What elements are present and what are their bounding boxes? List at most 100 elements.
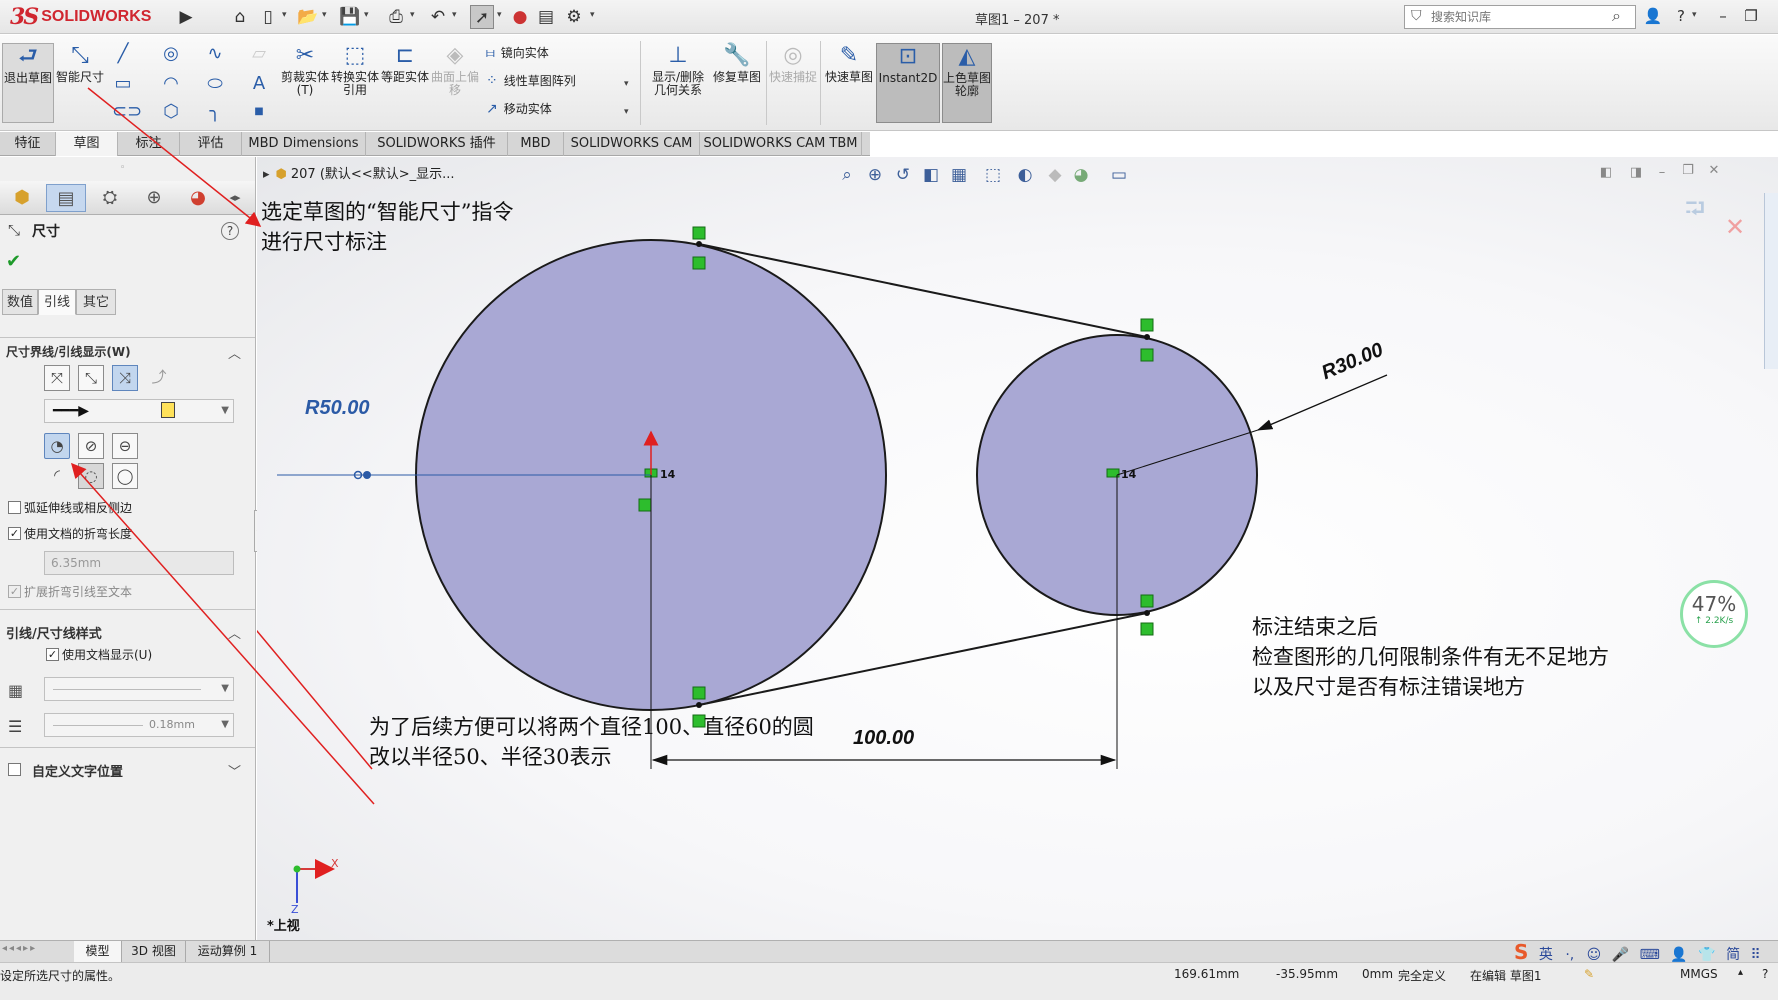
collapse-chevron-icon[interactable]: ︿ [228, 623, 241, 642]
new-caret-icon[interactable]: ▾ [282, 10, 287, 20]
print-caret-icon[interactable]: ▾ [410, 10, 415, 20]
display-style-icon[interactable]: ◐ [1013, 163, 1037, 187]
tab-solidworks-cam[interactable]: SOLIDWORKS CAM [564, 132, 700, 156]
tab-3d-views[interactable]: 3D 视图 [122, 941, 186, 962]
leader-foreshortened-icon[interactable]: ◯ [112, 463, 138, 489]
show-relations-button[interactable]: ⊥ 显示/删除几何关系 [646, 43, 710, 123]
sketch-canvas[interactable] [257, 157, 1778, 940]
configuration-manager-tab-icon[interactable]: ⛭ [90, 184, 130, 212]
zoom-to-area-icon[interactable]: ⊕ [863, 163, 887, 187]
help-caret-icon[interactable]: ▾ [1692, 10, 1697, 20]
user-icon[interactable]: 👤 [1642, 5, 1664, 27]
circle-tool-icon[interactable]: ◎ [160, 43, 182, 65]
custom-text-position-checkbox[interactable] [8, 763, 21, 776]
repair-sketch-button[interactable]: 🔧 修复草图 [712, 43, 762, 123]
viewport-restore-icon[interactable]: ❐ [1676, 159, 1700, 183]
confirmation-corner-exit-icon[interactable]: ⮒ [1675, 196, 1715, 222]
dimension-arrow-dot[interactable] [363, 471, 371, 479]
confirmation-corner-cancel-icon[interactable]: ✕ [1723, 215, 1747, 239]
radius-display-icon[interactable]: ◔ [44, 433, 70, 459]
extend-bent-leader-checkbox[interactable]: ✓ [8, 585, 21, 598]
doc-bend-length-checkbox[interactable]: ✓ [8, 527, 21, 540]
smart-dimension-button[interactable]: ⤡ 智能尺寸 [56, 43, 104, 123]
spline-tool-icon[interactable]: ∿ [204, 43, 226, 65]
input-method-toolbar[interactable]: S 英 ·, ☺ 🎤 ⌨ 👤 👕 简 ⠿ [1514, 940, 1778, 964]
rebuild-traffic-light-icon[interactable]: ● [508, 5, 532, 29]
hide-show-items-icon[interactable]: ◆ [1043, 163, 1067, 187]
line-tool-icon[interactable]: ╱ [112, 43, 134, 65]
polygon-tool-icon[interactable]: ⬡ [160, 101, 182, 123]
tabs-scroll-icon[interactable]: ◂▸ [220, 184, 250, 212]
tab-markup[interactable]: 标注 [118, 132, 180, 156]
help-icon[interactable]: ? [1670, 5, 1692, 27]
subtab-other[interactable]: 其它 [76, 289, 116, 315]
dimxpert-manager-tab-icon[interactable]: ⊕ [134, 184, 174, 212]
previous-view-icon[interactable]: ↺ [891, 163, 915, 187]
tangent-relation-marker[interactable] [1140, 318, 1154, 332]
tangent-point[interactable] [696, 241, 702, 247]
open-caret-icon[interactable]: ▾ [322, 10, 327, 20]
display-manager-tab-icon[interactable]: ◕ [178, 184, 218, 212]
custom-text-position-header[interactable]: 自定义文字位置 [32, 761, 123, 780]
file-properties-icon[interactable]: ▤ [534, 5, 558, 29]
origin-relation-marker[interactable] [638, 498, 652, 512]
ime-punctuation-toggle[interactable]: ·, [1565, 947, 1574, 963]
subtab-leaders[interactable]: 引线 [38, 289, 76, 315]
feature-manager-tab-icon[interactable]: ⬢ [2, 184, 42, 212]
rapid-snap-button[interactable]: ◎ 快速捕捉 [768, 43, 818, 123]
coincident-relation-marker[interactable] [1140, 348, 1154, 362]
r30-leader-line[interactable] [1256, 374, 1388, 431]
arc-tool-icon[interactable]: ◠ [160, 73, 182, 95]
leader-closed-icon[interactable]: ◌ [78, 463, 104, 489]
tangent-point[interactable] [1144, 334, 1150, 340]
home-icon[interactable]: ⌂ [228, 5, 252, 29]
move-entities-button[interactable]: ↗ 移动实体 [486, 99, 552, 119]
knowledge-search-box[interactable]: ⛉ ⌕ [1404, 5, 1636, 29]
shaded-sketch-contours-button[interactable]: ◭ 上色草图轮廓 [942, 43, 992, 123]
ok-checkmark-icon[interactable]: ✔ [6, 251, 21, 272]
feature-breadcrumb[interactable]: ▸ ⬢ 207 (默认<<默认>_显示... [263, 163, 454, 182]
d100-dimension-text[interactable]: 100.00 [853, 727, 914, 750]
expand-chevron-icon[interactable]: ﹀ [228, 761, 241, 780]
coincident-relation-marker[interactable] [692, 256, 706, 270]
tangent-relation-marker[interactable] [1140, 622, 1154, 636]
linear-pattern-button[interactable]: ⁘ 线性草图阵列 [486, 71, 576, 91]
options-caret-icon[interactable]: ▾ [590, 10, 595, 20]
menu-expand-icon[interactable]: ▶ [174, 5, 198, 29]
plane-tool-icon[interactable]: ▱ [248, 43, 270, 65]
network-speed-meter[interactable]: 47% ↑ 2.2K/s [1680, 580, 1748, 648]
view-orientation-icon[interactable]: ⬚ [981, 163, 1005, 187]
leader-style-group-header[interactable]: 引线/尺寸线样式 [6, 623, 102, 642]
search-input[interactable] [1431, 6, 1616, 28]
viewport-close-icon[interactable]: ✕ [1702, 159, 1726, 183]
save-icon[interactable]: 💾 [338, 5, 362, 29]
tab-mbd[interactable]: MBD [508, 132, 564, 156]
tab-solidworks-addins[interactable]: SOLIDWORKS 插件 [366, 132, 508, 156]
ellipse-tool-icon[interactable]: ⬭ [204, 73, 226, 95]
ime-keyboard-icon[interactable]: ⌨ [1640, 947, 1660, 963]
coincident-relation-marker[interactable] [692, 686, 706, 700]
offset-entities-button[interactable]: ⊏ 等距实体 [380, 43, 430, 123]
r50-dimension-text[interactable]: R50.00 [305, 397, 370, 420]
viewport-tile-right-icon[interactable]: ◨ [1624, 161, 1648, 185]
save-caret-icon[interactable]: ▾ [364, 10, 369, 20]
tangent-point[interactable] [696, 702, 702, 708]
print-icon[interactable]: ⎙ [384, 5, 408, 29]
tab-solidworks-cam-tbm[interactable]: SOLIDWORKS CAM TBM [700, 132, 862, 156]
arrow-style-dropdown[interactable]: ━━━▶ ▼ [44, 399, 234, 423]
ime-english-toggle[interactable]: 英 [1539, 947, 1553, 963]
restore-window-icon[interactable]: ❐ [1740, 5, 1762, 27]
fillet-tool-icon[interactable]: ╮ [204, 101, 226, 123]
smart-arrows-icon[interactable]: ⤨ [112, 365, 138, 391]
line-thickness-dropdown[interactable]: 0.18mm ▼ [44, 713, 234, 737]
bend-length-field[interactable]: 6.35mm [44, 551, 234, 575]
task-pane-tabs[interactable] [1764, 193, 1778, 369]
text-tool-icon[interactable]: A [248, 73, 270, 95]
dynamic-annotation-icon[interactable]: ▦ [947, 163, 971, 187]
ime-skin-icon[interactable]: 👕 [1698, 947, 1715, 963]
view-settings-icon[interactable]: ▭ [1107, 163, 1131, 187]
tab-evaluate[interactable]: 评估 [180, 132, 242, 156]
leader-open-icon[interactable]: ◜ [44, 463, 70, 489]
exit-sketch-button[interactable]: ⮐ 退出草图 [2, 43, 54, 123]
tangent-point[interactable] [1144, 610, 1150, 616]
